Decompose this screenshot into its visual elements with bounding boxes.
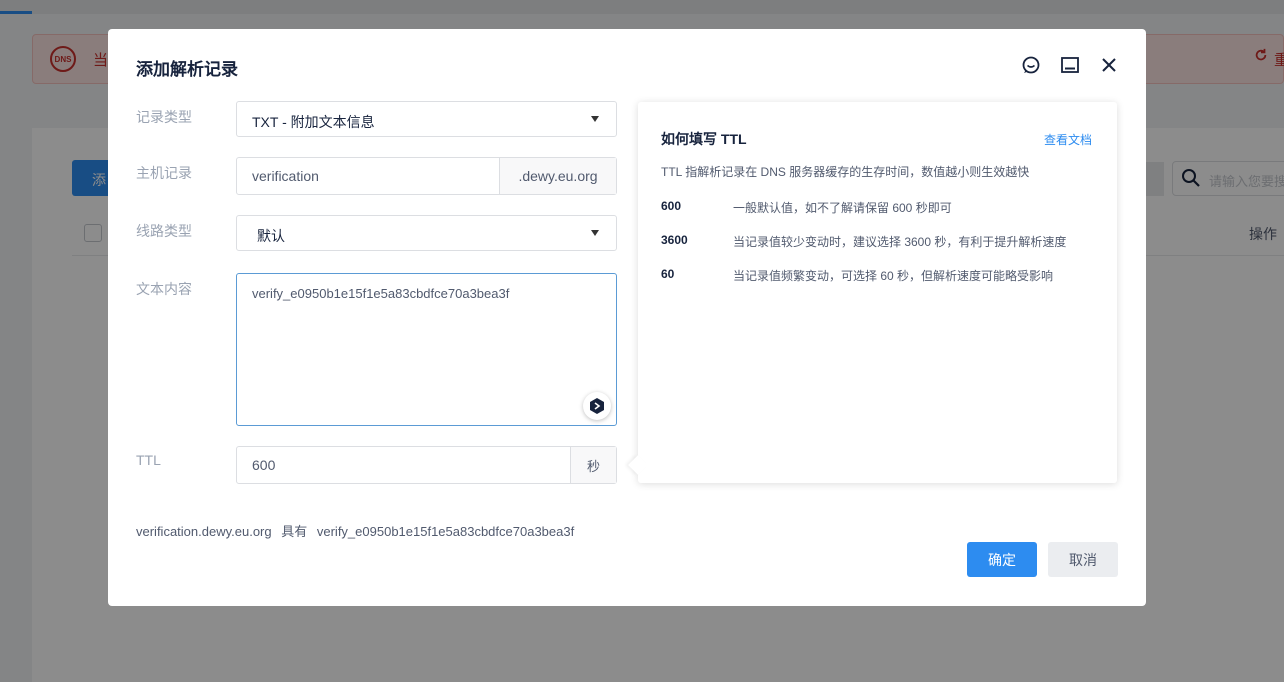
- help-row: 3600 当记录值较少变动时，建议选择 3600 秒，有利于提升解析速度: [661, 233, 1101, 251]
- help-description: TTL 指解析记录在 DNS 服务器缓存的生存时间，数值越小则生效越快: [661, 165, 1030, 179]
- summary-connector: 具有: [281, 524, 308, 539]
- content-textarea[interactable]: verify_e0950b1e15f1e5a83cbdfce70a3bea3f: [237, 274, 616, 425]
- ttl-option-text: 当记录值频繁变动，可选择 60 秒，但解析速度可能略受影响: [733, 269, 1054, 283]
- assistant-extension-icon[interactable]: [583, 392, 611, 420]
- cancel-button[interactable]: 取消: [1048, 542, 1118, 577]
- domain-suffix: .dewy.eu.org: [499, 158, 616, 194]
- line-type-label: 线路类型: [136, 223, 192, 239]
- ttl-label: TTL: [136, 452, 161, 468]
- host-label: 主机记录: [136, 165, 192, 181]
- feedback-icon[interactable]: [1020, 54, 1042, 76]
- record-summary: verification.dewy.eu.org 具有 verify_e0950…: [136, 521, 580, 540]
- close-icon[interactable]: [1098, 54, 1120, 76]
- line-type-select[interactable]: 默认: [236, 215, 617, 251]
- minimize-icon[interactable]: [1059, 54, 1081, 76]
- dialog-title: 添加解析记录: [136, 60, 238, 79]
- ttl-option-value: 600: [661, 199, 682, 213]
- ttl-option-text: 一般默认值，如不了解请保留 600 秒即可: [733, 201, 952, 215]
- confirm-button[interactable]: 确定: [967, 542, 1037, 577]
- summary-value: verify_e0950b1e15f1e5a83cbdfce70a3bea3f: [316, 524, 575, 539]
- add-record-dialog: 添加解析记录 记录类型 TXT - 附加文本信息 主机记录 .dewy.eu.o…: [108, 29, 1146, 606]
- host-field-group: .dewy.eu.org: [236, 157, 617, 195]
- help-title: 如何填写 TTL: [661, 131, 747, 147]
- ttl-field-group: 秒: [236, 446, 617, 484]
- summary-domain: verification.dewy.eu.org: [136, 524, 272, 539]
- content-field: verify_e0950b1e15f1e5a83cbdfce70a3bea3f: [236, 273, 617, 426]
- record-type-label: 记录类型: [136, 109, 192, 125]
- ttl-option-text: 当记录值较少变动时，建议选择 3600 秒，有利于提升解析速度: [733, 235, 1067, 249]
- ttl-option-value: 3600: [661, 233, 688, 247]
- ttl-option-value: 60: [661, 267, 675, 281]
- dropdown-arrow-icon: [591, 230, 599, 236]
- view-docs-link[interactable]: 查看文档: [1044, 131, 1092, 148]
- help-panel-pointer: [628, 455, 648, 475]
- record-type-value: TXT - 附加文本信息: [252, 114, 375, 130]
- line-type-value: 默认: [257, 228, 285, 244]
- dropdown-arrow-icon: [591, 116, 599, 122]
- ttl-help-panel: 如何填写 TTL 查看文档 TTL 指解析记录在 DNS 服务器缓存的生存时间，…: [628, 102, 1117, 483]
- help-row: 60 当记录值频繁变动，可选择 60 秒，但解析速度可能略受影响: [661, 267, 1101, 285]
- content-label: 文本内容: [136, 281, 192, 297]
- help-row: 600 一般默认值，如不了解请保留 600 秒即可: [661, 199, 1101, 217]
- host-input[interactable]: [237, 158, 499, 194]
- ttl-unit: 秒: [570, 447, 616, 483]
- ttl-input[interactable]: [237, 447, 570, 483]
- record-type-select[interactable]: TXT - 附加文本信息: [236, 101, 617, 137]
